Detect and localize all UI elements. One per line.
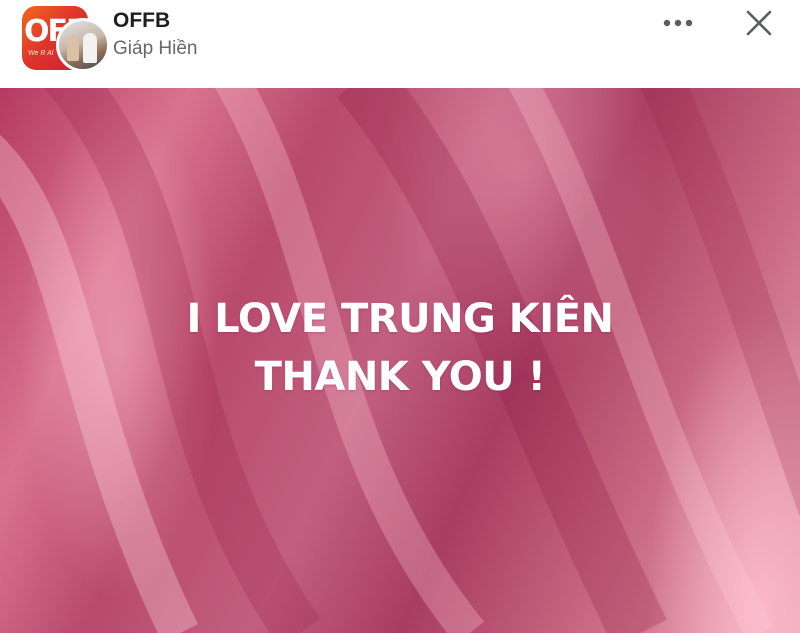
author-name[interactable]: Giáp Hiền: [113, 38, 198, 60]
post-message-line-1: I LOVE TRUNG KIÊN: [186, 296, 615, 342]
group-name[interactable]: OFFB: [113, 9, 170, 33]
author-avatar[interactable]: [56, 18, 110, 72]
post-header: OFF We R Al OFFB Giáp Hiền: [0, 0, 800, 88]
more-options-button[interactable]: [660, 10, 696, 36]
post-message: I LOVE TRUNG KIÊN THANK YOU !: [0, 290, 800, 406]
post-background: I LOVE TRUNG KIÊN THANK YOU !: [0, 88, 800, 633]
avatar-figure: [67, 35, 79, 61]
post-message-line-2: THANK YOU !: [254, 354, 546, 400]
close-button[interactable]: [738, 2, 780, 44]
avatar-figure: [83, 33, 97, 63]
group-logo-subtext: We R Al: [28, 50, 54, 57]
close-icon: [746, 10, 772, 36]
more-horizontal-icon: [663, 19, 693, 27]
